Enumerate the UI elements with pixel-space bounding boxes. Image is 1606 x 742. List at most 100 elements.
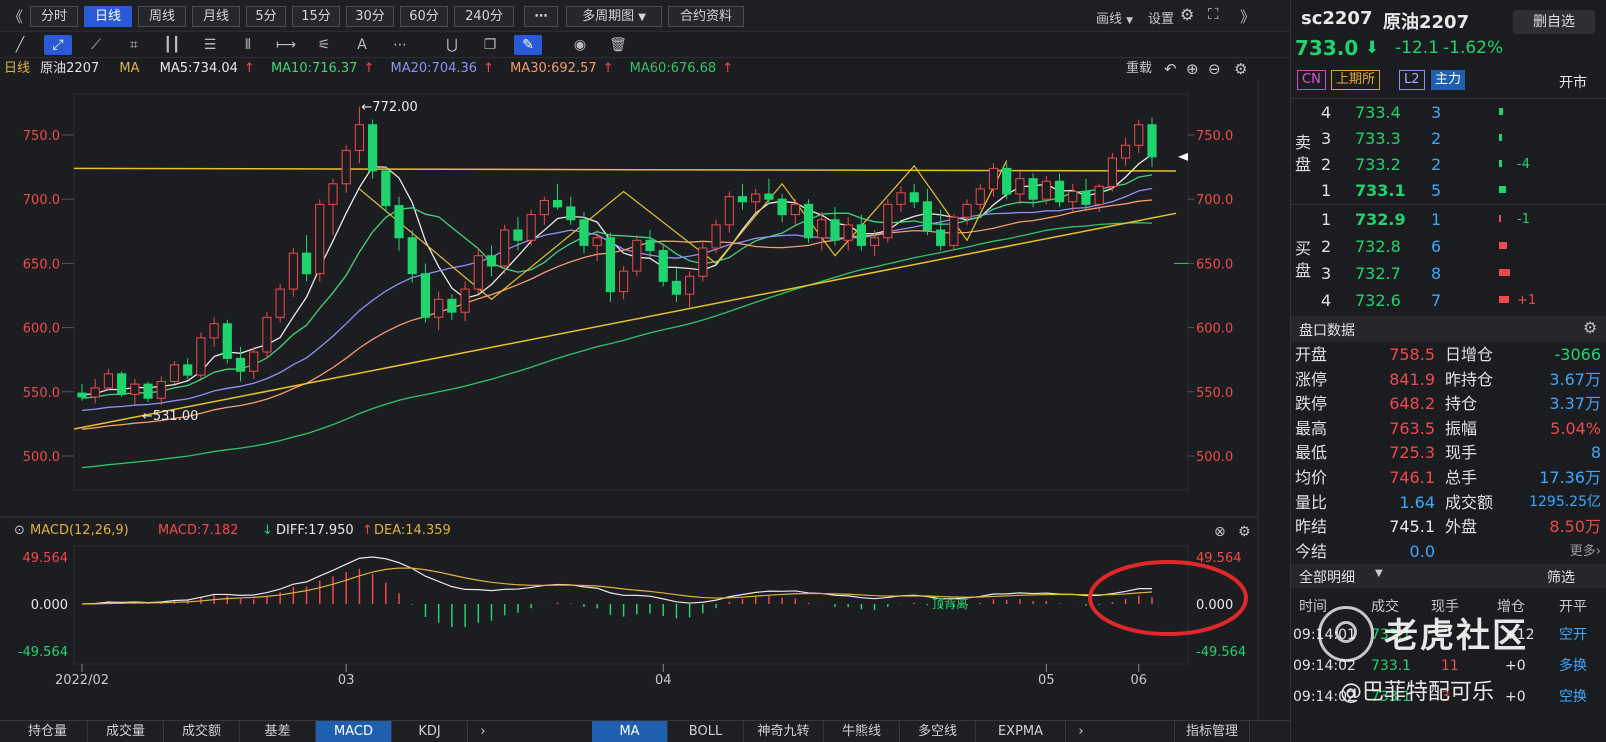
- ytick-label-left: 600.0: [23, 322, 60, 337]
- trash-icon[interactable]: 🗑: [604, 35, 632, 55]
- period-tab-240min[interactable]: 240分: [454, 6, 514, 27]
- eye-icon[interactable]: ◉: [566, 35, 594, 55]
- level-volume: 2: [1431, 129, 1442, 148]
- measure-tool-icon[interactable]: ⟼: [272, 35, 300, 55]
- filter-button[interactable]: 筛选: [1547, 567, 1575, 587]
- diff-value: DIFF:17.950: [276, 523, 354, 538]
- segment-tool-icon[interactable]: ⤢: [44, 35, 72, 55]
- left-tabs-next-icon[interactable]: ›: [468, 721, 498, 742]
- candle-body: [1120, 144, 1131, 159]
- period-tab-daily[interactable]: 日线: [84, 6, 132, 27]
- volume-bar: [1499, 134, 1502, 141]
- text-tool-icon[interactable]: A: [348, 35, 376, 55]
- stat-key: 日增仓: [1445, 345, 1494, 364]
- period-tab-15min[interactable]: 15分: [292, 6, 340, 27]
- volume-bar: [1499, 242, 1508, 249]
- stat-key: 最高: [1295, 418, 1328, 438]
- period-tab-5min[interactable]: 5分: [246, 6, 286, 27]
- remove-watchlist-button[interactable]: 删自选: [1513, 10, 1595, 34]
- level-price: 733.3: [1355, 129, 1401, 148]
- reload-label[interactable]: 重载: [1126, 58, 1152, 80]
- collapse-right-icon[interactable]: 》: [1240, 6, 1255, 27]
- gann-tool-icon[interactable]: ⚟: [310, 35, 338, 55]
- tab-volume[interactable]: 成交量: [88, 721, 164, 742]
- bars-tool-icon[interactable]: ┃┃: [158, 35, 186, 55]
- tab-ma[interactable]: MA: [592, 721, 668, 742]
- price-chart[interactable]: ←772.00 ←531.00 顶背离 500.0 500.0 550.0 550.0 60…: [0, 80, 1290, 720]
- tab-open-interest[interactable]: 持仓量: [8, 721, 88, 742]
- period-toolbar: 《 分时 日线 周线 月线 5分 15分 30分 60分 240分 ⋯ 多周期图…: [0, 0, 1290, 32]
- indicator-manage-button[interactable]: 指标管理: [1174, 721, 1250, 742]
- undo-icon[interactable]: ↶: [1164, 58, 1177, 80]
- stat-value: 8.50万: [1549, 517, 1601, 537]
- stat-value: 725.3: [1389, 443, 1435, 463]
- stat-row: 量比 1.64 成交额 1295.25亿: [1291, 490, 1606, 515]
- period-tab-weekly[interactable]: 周线: [138, 6, 186, 27]
- tab-magic-nine[interactable]: 神奇九转: [744, 721, 824, 742]
- ask-row: 4 733.4 3: [1291, 100, 1606, 125]
- stat-value: 745.1: [1389, 517, 1435, 537]
- gear-icon[interactable]: ⚙: [1180, 5, 1194, 24]
- tab-basis[interactable]: 基差: [240, 721, 316, 742]
- pen-icon[interactable]: ✎: [514, 35, 542, 55]
- more-tools-icon[interactable]: ⋯: [386, 35, 414, 55]
- draw-line-menu[interactable]: 画线 ▼: [1096, 8, 1133, 27]
- crop-tool-icon[interactable]: ⌗: [120, 35, 148, 55]
- line-tool-icon[interactable]: ╱: [6, 35, 34, 55]
- tab-long-short[interactable]: 多空线: [900, 721, 976, 742]
- period-tab-intraday[interactable]: 分时: [30, 6, 78, 27]
- detail-title[interactable]: 全部明细: [1299, 567, 1355, 587]
- stat-key: 最低: [1295, 443, 1328, 463]
- fib-tool-icon[interactable]: ☰: [196, 35, 224, 55]
- macd-label: MACD(12,26,9): [30, 523, 129, 538]
- support-trendline: [73, 212, 1177, 430]
- candle-body: [130, 383, 140, 395]
- stat-row: 今结 0.0 更多›: [1291, 539, 1606, 564]
- zoom-in-icon[interactable]: ⊕: [1186, 58, 1199, 80]
- chart-settings-icon[interactable]: ⚙: [1234, 58, 1247, 80]
- magnet-icon[interactable]: ⋃: [438, 35, 466, 55]
- stat-value[interactable]: 更多›: [1501, 539, 1601, 564]
- candle-body: [1041, 180, 1051, 200]
- contract-info-button[interactable]: 合约资料: [668, 6, 744, 27]
- channel-tool-icon[interactable]: ⫴: [234, 35, 262, 55]
- collapse-left-icon[interactable]: 《: [8, 6, 23, 27]
- macd-close-button-icon[interactable]: ⊗: [1214, 524, 1226, 540]
- candle-body: [605, 237, 615, 293]
- candle-body: [922, 201, 933, 231]
- down-arrow-icon: ⬇: [1365, 38, 1380, 58]
- candle-body: [579, 219, 589, 246]
- stat-value: 1295.25亿: [1529, 493, 1601, 510]
- more-periods-button[interactable]: ⋯: [524, 6, 558, 27]
- candle-body: [407, 237, 417, 275]
- tab-kdj[interactable]: KDJ: [392, 721, 468, 742]
- settings-label[interactable]: 设置: [1148, 8, 1174, 27]
- zoom-out-icon[interactable]: ⊖: [1208, 58, 1221, 80]
- tab-expma[interactable]: EXPMA: [976, 721, 1066, 742]
- candle-body: [526, 214, 536, 241]
- contract-name: 原油2207: [40, 61, 100, 76]
- candle-body: [869, 237, 880, 246]
- macd-close-icon[interactable]: ⊙: [14, 523, 25, 538]
- candle-body: [764, 193, 774, 200]
- candle-body: [434, 298, 444, 318]
- right-tabs-next-icon[interactable]: ›: [1066, 721, 1096, 742]
- period-tab-60min[interactable]: 60分: [400, 6, 448, 27]
- level-change: -4: [1517, 157, 1530, 172]
- tab-macd[interactable]: MACD: [316, 721, 392, 742]
- period-label: 日线: [4, 61, 31, 76]
- caret-down-icon[interactable]: ▼: [1375, 568, 1383, 579]
- stat-value: 758.5: [1389, 345, 1435, 364]
- pankou-settings-icon[interactable]: ⚙: [1583, 318, 1597, 337]
- multi-period-dropdown[interactable]: 多周期图 ▼: [566, 6, 662, 27]
- macd-settings-icon[interactable]: ⚙: [1238, 524, 1251, 540]
- tab-bull-bear[interactable]: 牛熊线: [824, 721, 900, 742]
- candle-body: [724, 196, 734, 226]
- tab-boll[interactable]: BOLL: [668, 721, 744, 742]
- ray-tool-icon[interactable]: ⟋: [82, 35, 110, 55]
- fullscreen-icon[interactable]: ⛶: [1208, 5, 1219, 23]
- tab-turnover[interactable]: 成交额: [164, 721, 240, 742]
- copy-icon[interactable]: ❐: [476, 35, 504, 55]
- period-tab-30min[interactable]: 30分: [346, 6, 394, 27]
- period-tab-monthly[interactable]: 月线: [192, 6, 240, 27]
